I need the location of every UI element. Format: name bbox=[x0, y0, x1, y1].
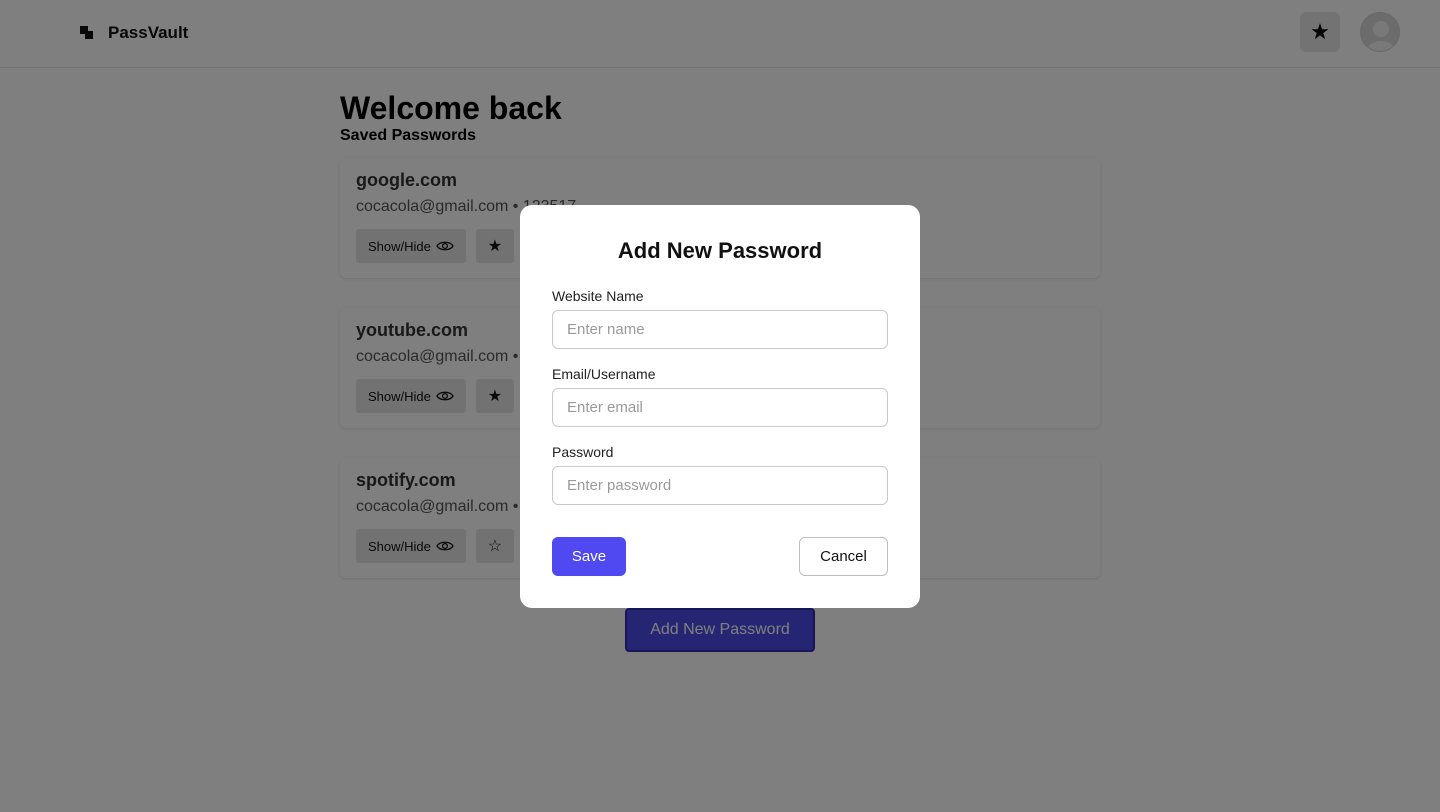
app-page: PassVault ★ Welcome back Saved Passwords… bbox=[0, 0, 1440, 812]
password-input[interactable] bbox=[552, 466, 888, 505]
website-name-input[interactable] bbox=[552, 310, 888, 349]
email-username-input[interactable] bbox=[552, 388, 888, 427]
modal-title: Add New Password bbox=[617, 238, 823, 263]
add-password-modal: Add New Password Website Name Email/User… bbox=[520, 205, 920, 608]
password-label: Password bbox=[552, 444, 614, 460]
email-username-label: Email/Username bbox=[552, 366, 656, 382]
website-name-label: Website Name bbox=[552, 288, 644, 304]
save-button[interactable]: Save bbox=[552, 537, 626, 576]
cancel-button[interactable]: Cancel bbox=[799, 537, 888, 576]
